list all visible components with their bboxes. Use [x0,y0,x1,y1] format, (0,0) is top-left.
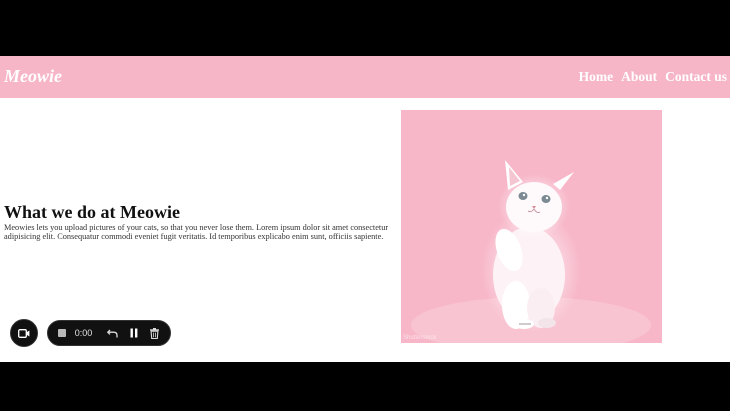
hero-description: Meowies lets you upload pictures of your… [4,223,389,242]
trash-icon [149,327,159,339]
hero-title: What we do at Meowie [4,202,180,222]
brand-logo[interactable]: Meowie [4,66,62,87]
hero-text: What we do at Meowie Meowies lets you up… [4,202,394,241]
undo-icon [107,329,119,338]
pause-button[interactable] [128,326,140,340]
nav-link-home[interactable]: Home [579,69,614,85]
kitten-image: Shutterstock [401,110,662,343]
navbar: Meowie Home About Contact us [0,56,730,98]
nav-link-contact[interactable]: Contact us [665,69,727,85]
stop-icon[interactable] [58,329,66,337]
video-camera-icon [18,328,30,338]
page-viewport: Meowie Home About Contact us What we do … [0,56,730,362]
recording-toolbar: 0:00 [47,320,171,346]
nav-link-about[interactable]: About [621,69,657,85]
undo-button[interactable] [107,326,119,340]
delete-button[interactable] [148,326,160,340]
pause-icon [130,328,137,338]
kitten-illustration [401,110,662,343]
recording-timer: 0:00 [74,328,93,338]
image-watermark: Shutterstock [403,335,437,341]
nav-links: Home About Contact us [579,69,727,85]
screen-recorder-controls: 0:00 [10,319,171,347]
camera-toggle-button[interactable] [10,319,38,347]
